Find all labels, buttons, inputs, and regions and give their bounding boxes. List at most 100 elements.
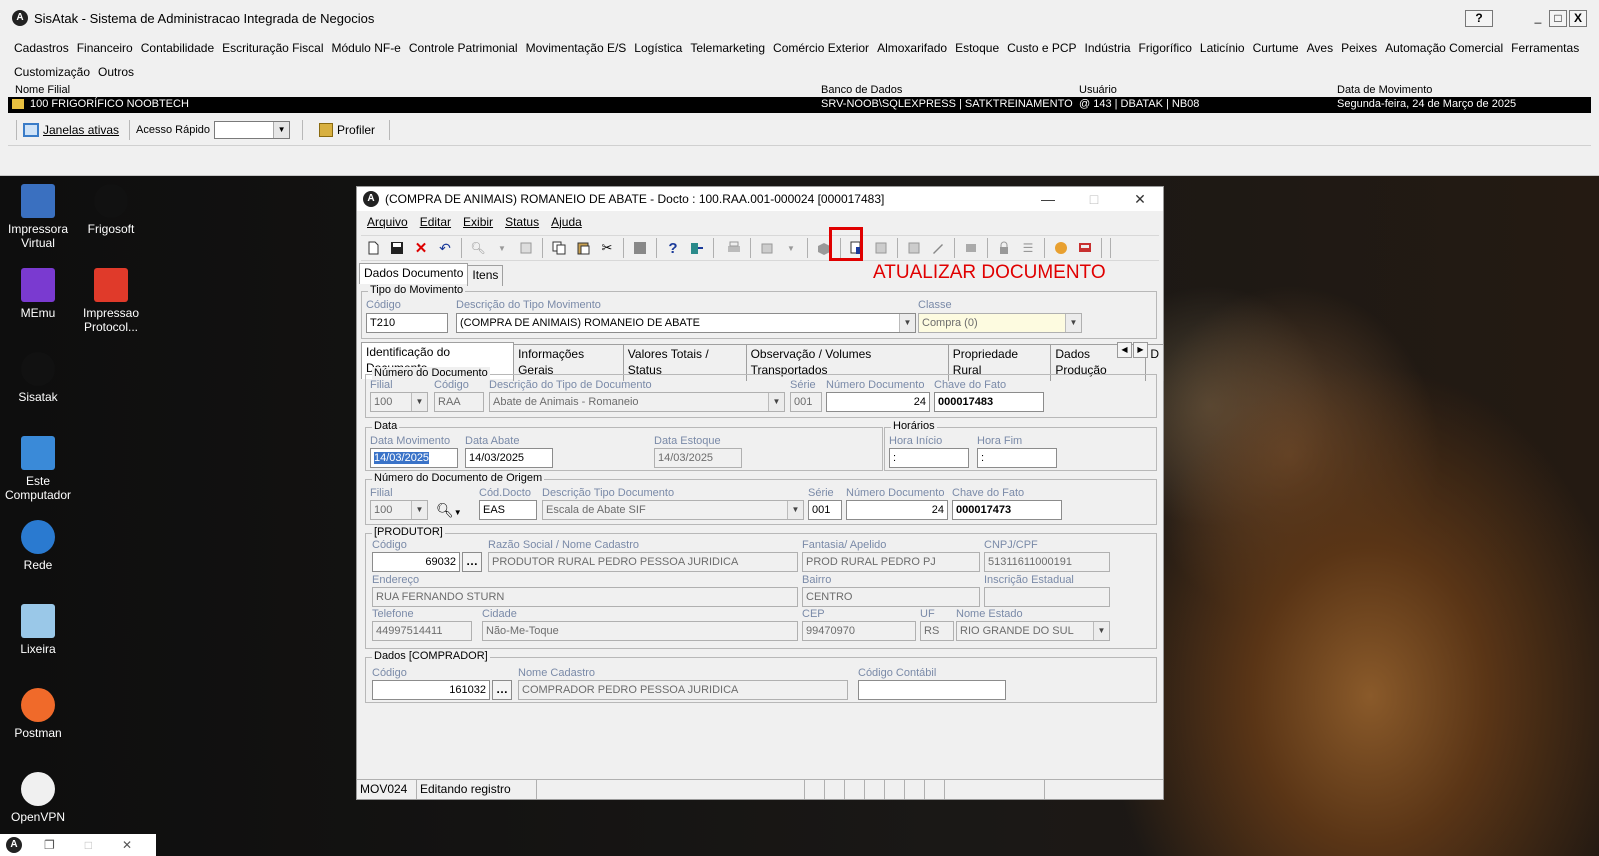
origem-chave-input[interactable]: 000017473	[952, 500, 1062, 520]
maximize-icon[interactable]: □	[85, 838, 92, 852]
numero-doc-input[interactable]: 24	[826, 392, 930, 412]
menu-item[interactable]: Automação Comercial	[1381, 36, 1507, 60]
menu-item[interactable]: Comércio Exterior	[769, 36, 873, 60]
chevron-down-icon[interactable]: ▼	[781, 238, 801, 258]
menu-item[interactable]: Escrituração Fiscal	[218, 36, 327, 60]
menu-item[interactable]: Laticínio	[1196, 36, 1249, 60]
new-icon[interactable]	[363, 238, 383, 258]
chave-fato-input[interactable]: 000017483	[934, 392, 1044, 412]
menu-item[interactable]: Movimentação E/S	[522, 36, 631, 60]
produtor-razao-input[interactable]: PRODUTOR RURAL PEDRO PESSOA JURIDICA	[488, 552, 798, 572]
search-origem-icon[interactable]: 🔍︎▼	[436, 500, 468, 520]
produtor-telefone-input[interactable]: 44997514411	[372, 621, 472, 641]
tree-icon[interactable]: ☰	[1018, 238, 1038, 258]
close-button[interactable]: X	[1569, 10, 1587, 27]
produtor-lookup-button[interactable]: …	[462, 552, 482, 572]
menu-item[interactable]: Custo e PCP	[1003, 36, 1080, 60]
printer-icon[interactable]	[724, 238, 744, 258]
origem-descricao-select[interactable]: Escala de Abate SIF ▼	[542, 500, 804, 520]
duplicate-icon[interactable]	[904, 238, 924, 258]
exit-icon[interactable]	[687, 238, 707, 258]
codigo-tipo-input[interactable]: T210	[366, 313, 448, 333]
menu-item[interactable]: Indústria	[1081, 36, 1135, 60]
filial-select[interactable]: 100 ▼	[370, 392, 428, 412]
copy-icon[interactable]	[549, 238, 569, 258]
tab-scroll-left[interactable]: ◀	[1117, 342, 1132, 358]
data-estoque-input[interactable]: 14/03/2025	[654, 448, 742, 468]
produtor-estado-select[interactable]: RIO GRANDE DO SUL ▼	[956, 621, 1110, 641]
produtor-uf-input[interactable]: RS	[920, 621, 954, 641]
print-preview-icon[interactable]	[516, 238, 536, 258]
profiler-button[interactable]: Profiler	[337, 123, 375, 137]
desktop-icon[interactable]: MEmu	[0, 268, 76, 320]
desktop-icon[interactable]: Rede	[0, 520, 76, 572]
menu-item[interactable]: Financeiro	[73, 36, 137, 60]
doc-minimize-button[interactable]: —	[1025, 187, 1071, 211]
menu-item[interactable]: Logística	[630, 36, 686, 60]
hora-inicio-input[interactable]: :	[889, 448, 969, 468]
menu-item[interactable]: Frigorífico	[1135, 36, 1196, 60]
menu-item[interactable]: Aves	[1303, 36, 1337, 60]
doc-menu-item[interactable]: Status	[499, 213, 545, 231]
edit-icon[interactable]	[928, 238, 948, 258]
produtor-bairro-input[interactable]: CENTRO	[802, 587, 980, 607]
codigo-doc-input[interactable]: RAA	[434, 392, 484, 412]
desktop-icon[interactable]: Impressora Virtual	[0, 184, 76, 250]
report-icon[interactable]	[757, 238, 777, 258]
descricao-doc-select[interactable]: Abate de Animais - Romaneio ▼	[489, 392, 785, 412]
produtor-cep-input[interactable]: 99470970	[802, 621, 916, 641]
help-button[interactable]: ?	[1465, 10, 1493, 27]
comprador-lookup-button[interactable]: …	[492, 680, 512, 700]
produtor-cidade-input[interactable]: Não-Me-Toque	[482, 621, 798, 641]
comprador-contabil-input[interactable]	[858, 680, 1006, 700]
save-icon[interactable]	[387, 238, 407, 258]
desktop-icon[interactable]: Frigosoft	[73, 184, 149, 236]
origem-cod-input[interactable]: EAS	[479, 500, 537, 520]
serie-input[interactable]: 001	[790, 392, 822, 412]
desktop-icon[interactable]: Postman	[0, 688, 76, 740]
desktop-icon[interactable]: Sisatak	[0, 352, 76, 404]
menu-item[interactable]: Módulo NF-e	[328, 36, 405, 60]
doc-menu-item[interactable]: Arquivo	[361, 213, 414, 231]
menu-item[interactable]: Cadastros	[10, 36, 73, 60]
desktop-icon[interactable]: Lixeira	[0, 604, 76, 656]
chevron-down-icon[interactable]: ▼	[492, 238, 512, 258]
desktop-icon[interactable]: Impressao Protocol...	[73, 268, 149, 334]
comprador-nome-input[interactable]: COMPRADOR PEDRO PESSOA JURIDICA	[518, 680, 848, 700]
produtor-codigo-input[interactable]: 69032	[372, 552, 460, 572]
produtor-fantasia-input[interactable]: PROD RURAL PEDRO PJ	[802, 552, 980, 572]
maximize-button[interactable]: □	[1549, 10, 1567, 27]
produtor-cnpj-input[interactable]: 51311611000191	[984, 552, 1110, 572]
desktop-icon[interactable]: OpenVPN	[0, 772, 76, 824]
delete-icon[interactable]: ✕	[411, 238, 431, 258]
help-icon[interactable]: ?	[663, 238, 683, 258]
comprador-codigo-input[interactable]: 161032	[372, 680, 490, 700]
restore-icon[interactable]: ❐	[44, 838, 55, 852]
menu-item[interactable]: Estoque	[951, 36, 1003, 60]
menu-item[interactable]: Telemarketing	[686, 36, 769, 60]
menu-item[interactable]: Ferramentas	[1507, 36, 1583, 60]
doc-menu-item[interactable]: Exibir	[457, 213, 499, 231]
filial-row[interactable]: 100 FRIGORÍFICO NOOBTECH SRV-NOOB\SQLEXP…	[8, 97, 1591, 113]
produtor-ie-input[interactable]	[984, 587, 1110, 607]
doc-maximize-button[interactable]: □	[1071, 187, 1117, 211]
cut-icon[interactable]: ✂	[597, 238, 617, 258]
search-doc-icon[interactable]: 🔍︎	[468, 238, 488, 258]
stop-icon[interactable]	[630, 238, 650, 258]
origem-filial-select[interactable]: 100 ▼	[370, 500, 428, 520]
origem-serie-input[interactable]: 001	[808, 500, 842, 520]
janelas-ativas-button[interactable]: Janelas ativas	[43, 123, 119, 137]
character-icon[interactable]	[1051, 238, 1071, 258]
menu-item[interactable]: Peixes	[1337, 36, 1381, 60]
lock-icon[interactable]	[994, 238, 1014, 258]
bus-icon[interactable]	[1075, 238, 1095, 258]
descricao-tipo-select[interactable]: (COMPRA DE ANIMAIS) ROMANEIO DE ABATE ▼	[456, 313, 916, 333]
produtor-endereco-input[interactable]: RUA FERNANDO STURN	[372, 587, 798, 607]
doc-menu-item[interactable]: Editar	[414, 213, 457, 231]
doc-menu-item[interactable]: Ajuda	[545, 213, 588, 231]
close-icon[interactable]: ✕	[122, 838, 132, 852]
origem-numero-input[interactable]: 24	[846, 500, 948, 520]
desktop-icon[interactable]: Este Computador	[0, 436, 76, 502]
menu-item[interactable]: Controle Patrimonial	[405, 36, 522, 60]
data-abate-input[interactable]: 14/03/2025	[465, 448, 553, 468]
